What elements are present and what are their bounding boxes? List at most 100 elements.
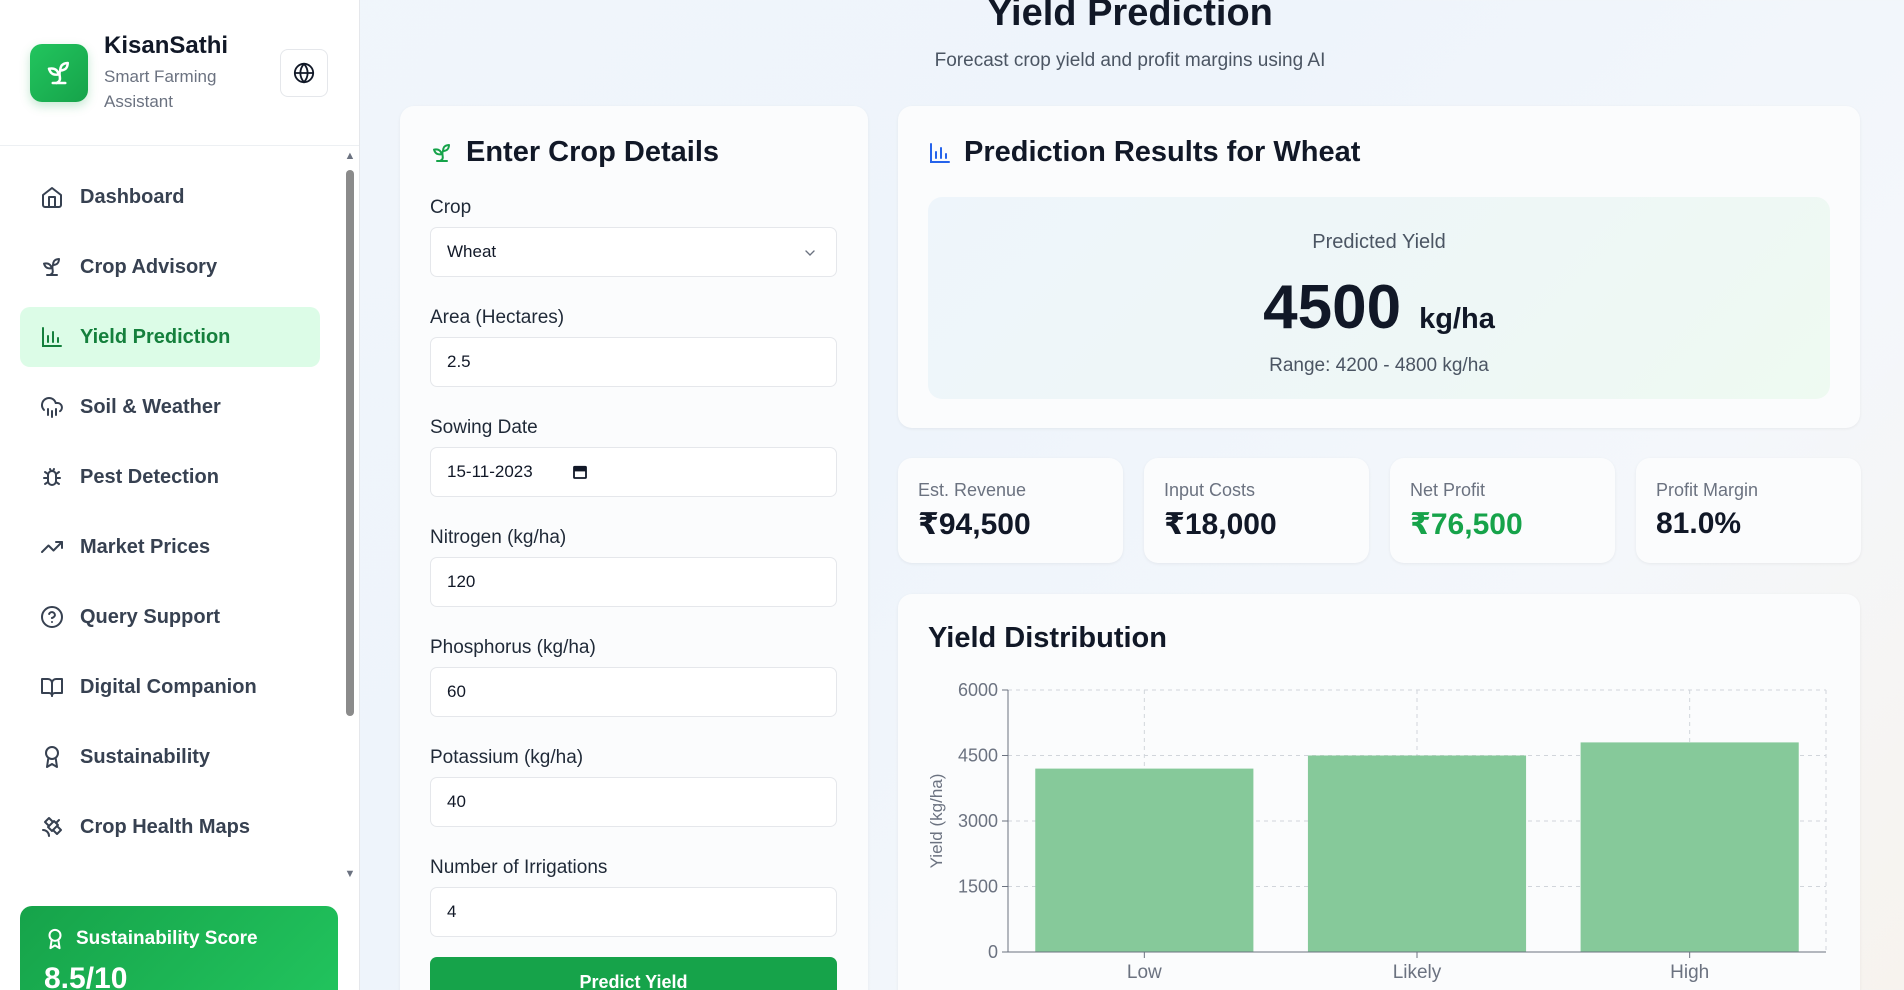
y-axis-label: Yield (kg/ha)	[927, 774, 946, 869]
satellite-icon	[42, 817, 62, 837]
bar-high	[1580, 742, 1799, 952]
sidebar-item-sustainability[interactable]: Sustainability	[20, 727, 320, 787]
scroll-down-arrow-icon[interactable]: ▼	[344, 868, 356, 880]
sidebar-item-digital-companion[interactable]: Digital Companion	[20, 657, 320, 717]
stat-card-profit-margin: Profit Margin 81.0%	[1636, 458, 1861, 563]
sidebar-nav: Dashboard Crop Advisory Yield Prediction…	[0, 147, 344, 887]
predicted-yield-range: Range: 4200 - 4800 kg/ha	[1269, 355, 1489, 376]
x-tick-label: Likely	[1393, 962, 1442, 983]
potassium-label: Potassium (kg/ha)	[430, 747, 584, 768]
crop-select-value: Wheat	[447, 242, 497, 261]
y-tick-label: 3000	[958, 811, 998, 831]
sprout-icon	[43, 258, 60, 276]
scroll-thumb[interactable]	[346, 170, 354, 716]
chevron-down-icon	[805, 250, 815, 256]
results-title-text: Prediction Results for Wheat	[964, 136, 1361, 168]
area-label: Area (Hectares)	[430, 307, 565, 328]
sidebar-item-dashboard[interactable]: Dashboard	[20, 167, 320, 227]
bar-chart-icon	[930, 142, 950, 163]
sidebar-item-label: Crop Health Maps	[80, 815, 251, 838]
brand-title: KisanSathi	[104, 31, 229, 59]
results-title: Prediction Results for Wheat	[928, 136, 1830, 169]
stat-card-input-costs: Input Costs ₹18,000	[1144, 458, 1369, 563]
sidebar-item-crop-health-maps[interactable]: Crop Health Maps	[20, 797, 320, 857]
crop-details-form: Enter Crop Details Crop Wheat Area (Hect…	[400, 106, 868, 990]
predicted-yield-box: Predicted Yield 4500 kg/ha Range: 4200 -…	[928, 197, 1830, 399]
sidebar-item-query-support[interactable]: Query Support	[20, 587, 320, 647]
sprout-icon	[433, 143, 450, 162]
scroll-up-arrow-icon[interactable]: ▲	[344, 150, 356, 162]
crop-select[interactable]: Wheat	[430, 227, 837, 277]
stat-value: ₹76,500	[1410, 508, 1523, 541]
phosphorus-input-value: 60	[447, 682, 466, 701]
sidebar-item-label: Market Prices	[80, 535, 211, 558]
sidebar-item-label: Digital Companion	[80, 675, 257, 698]
sidebar-item-market-prices[interactable]: Market Prices	[20, 517, 320, 577]
sustainability-score-title: Sustainability Score	[76, 928, 258, 949]
cloud-rain-icon	[41, 397, 63, 418]
award-icon	[45, 746, 59, 768]
sidebar-item-crop-advisory[interactable]: Crop Advisory	[20, 237, 320, 297]
area-input[interactable]: 2.5	[430, 337, 837, 387]
page-subtitle: Forecast crop yield and profit margins u…	[934, 50, 1326, 71]
y-tick-label: 4500	[958, 746, 998, 766]
form-title: Enter Crop Details	[430, 136, 838, 169]
sidebar-item-label: Dashboard	[80, 185, 185, 208]
brand-subtitle: Smart Farming Assistant	[104, 66, 217, 111]
sustainability-score-card: Sustainability Score 8.5/10	[20, 906, 338, 990]
sidebar-item-soil-weather[interactable]: Soil & Weather	[20, 377, 320, 437]
language-button[interactable]	[280, 49, 328, 97]
phosphorus-input[interactable]: 60	[430, 667, 837, 717]
irrigations-input-value: 4	[447, 902, 457, 921]
sustainability-score-value: 8.5/10	[44, 962, 128, 990]
sidebar-item-label: Crop Advisory	[80, 255, 218, 278]
yield-distribution-chart: 0 1500 3000 4500 6000 Low Likely High Yield (kg/…	[927, 680, 1827, 983]
phosphorus-label: Phosphorus (kg/ha)	[430, 637, 596, 658]
sidebar-scrollbar[interactable]: ▲ ▼	[344, 150, 356, 880]
potassium-input-value: 40	[447, 792, 466, 811]
globe-icon	[293, 62, 315, 84]
sidebar-item-label: Yield Prediction	[80, 325, 231, 348]
stat-label: Net Profit	[1410, 480, 1486, 500]
y-tick-label: 0	[988, 942, 998, 962]
predict-yield-button[interactable]: Predict Yield	[430, 957, 837, 990]
predicted-yield-unit: kg/ha	[1419, 303, 1495, 335]
stat-label: Input Costs	[1164, 480, 1256, 500]
sidebar-item-label: Sustainability	[80, 745, 211, 768]
bug-icon	[43, 468, 61, 486]
bar-low	[1035, 768, 1254, 952]
potassium-input[interactable]: 40	[430, 777, 837, 827]
brand-header: KisanSathi Smart Farming Assistant	[0, 0, 359, 146]
stat-card-net-profit: Net Profit ₹76,500	[1390, 458, 1615, 563]
irrigations-label: Number of Irrigations	[430, 857, 608, 878]
stat-value: 81.0%	[1656, 507, 1742, 540]
sidebar-item-label: Pest Detection	[80, 465, 219, 488]
x-tick-label: Low	[1127, 962, 1162, 983]
sowing-date-label: Sowing Date	[430, 417, 538, 438]
sprout-icon	[30, 43, 88, 102]
yield-distribution-card: Yield Distribution 0 1500 3000 4500 6000 Low L…	[898, 594, 1860, 990]
form-title-text: Enter Crop Details	[466, 136, 719, 168]
sidebar-item-pest-detection[interactable]: Pest Detection	[20, 447, 320, 507]
stat-label: Profit Margin	[1656, 480, 1759, 500]
sidebar: KisanSathi Smart Farming Assistant Dashb…	[0, 0, 360, 990]
x-tick-label: High	[1670, 962, 1709, 983]
stat-value: ₹94,500	[918, 508, 1031, 541]
predicted-yield-value: 4500	[1263, 273, 1402, 342]
sowing-date-value: 15-11-2023	[447, 462, 533, 481]
home-icon	[42, 187, 62, 208]
y-tick-label: 6000	[958, 680, 998, 700]
sidebar-item-yield-prediction[interactable]: Yield Prediction	[20, 307, 320, 367]
prediction-results-card: Prediction Results for Wheat Predicted Y…	[898, 106, 1860, 428]
bar-chart-icon	[42, 327, 62, 347]
crop-label: Crop	[430, 197, 472, 218]
y-tick-label: 1500	[958, 877, 998, 897]
irrigations-input[interactable]: 4	[430, 887, 837, 937]
calendar-icon[interactable]	[571, 463, 589, 481]
predicted-yield-label: Predicted Yield	[1312, 231, 1446, 253]
award-icon	[48, 928, 62, 950]
sidebar-item-label: Soil & Weather	[80, 395, 221, 418]
sowing-date-input[interactable]: 15-11-2023	[430, 447, 837, 497]
trending-up-icon	[41, 541, 63, 553]
nitrogen-input[interactable]: 120	[430, 557, 837, 607]
